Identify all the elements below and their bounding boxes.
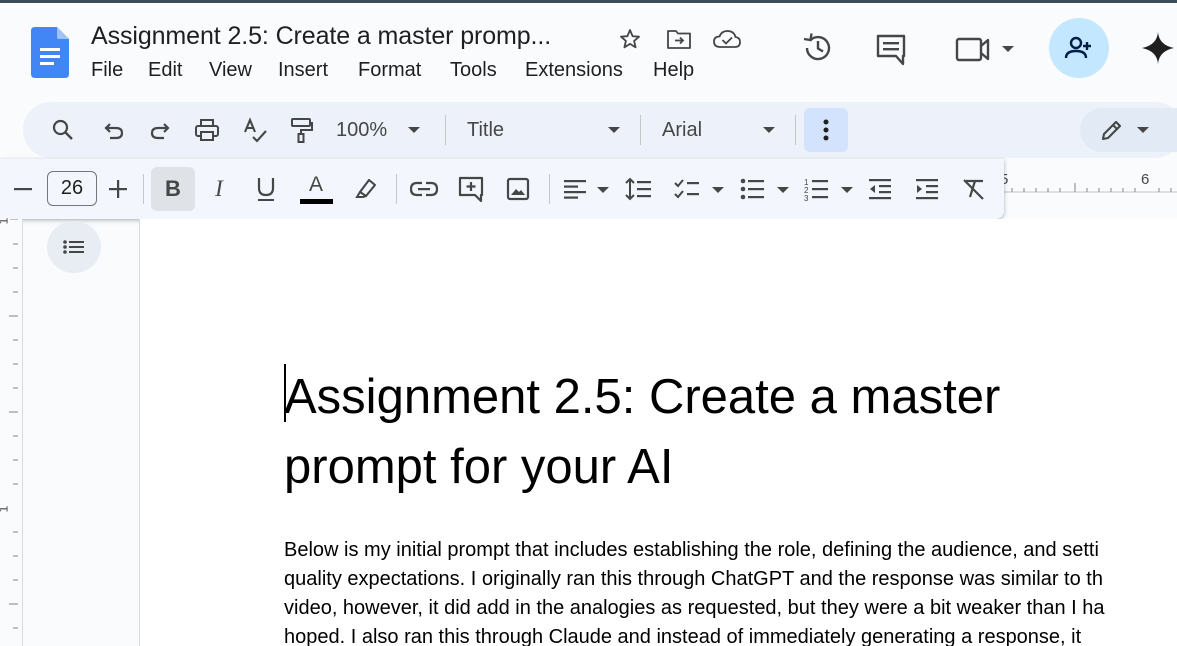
font-size-input[interactable]: 26	[47, 171, 97, 206]
paragraph-line: video, however, it did add in the analog…	[284, 597, 1105, 619]
redo-icon[interactable]	[146, 116, 174, 144]
move-folder-icon[interactable]	[665, 25, 693, 53]
bulleted-list-button[interactable]	[739, 175, 793, 203]
more-options-button[interactable]	[804, 108, 848, 152]
editing-mode-button[interactable]	[1080, 108, 1177, 152]
style-value: Title	[467, 118, 505, 141]
decrease-font-size-icon[interactable]	[11, 176, 35, 202]
horizontal-ruler[interactable]	[1004, 159, 1177, 219]
text-color-swatch	[299, 199, 333, 204]
menu-view[interactable]: View	[209, 59, 278, 82]
align-button[interactable]	[561, 175, 611, 203]
text-cursor	[284, 364, 286, 422]
italic-icon[interactable]: I	[197, 167, 241, 211]
menu-format[interactable]: Format	[358, 59, 450, 82]
menu-insert[interactable]: Insert	[278, 59, 358, 82]
font-value: Arial	[662, 118, 703, 141]
toolbar-divider	[445, 115, 446, 145]
docs-window: Assignment 2.5: Create a master promp...…	[0, 0, 1177, 646]
docs-logo-icon[interactable]	[31, 27, 69, 78]
bold-icon[interactable]: B	[151, 167, 195, 211]
font-select[interactable]: Arial	[662, 116, 776, 144]
increase-font-size-icon[interactable]	[106, 176, 130, 202]
outline-list-icon	[63, 240, 84, 254]
checklist-button[interactable]	[673, 175, 727, 203]
clear-formatting-icon[interactable]	[960, 175, 988, 203]
document-paragraph[interactable]: Below is my initial prompt that includes…	[284, 536, 1177, 646]
paragraph-line: Below is my initial prompt that includes…	[284, 539, 1099, 561]
decrease-indent-icon[interactable]	[866, 175, 894, 203]
zoom-value: 100%	[336, 118, 388, 141]
document-title[interactable]: Assignment 2.5: Create a master promp...	[91, 22, 551, 51]
menu-help[interactable]: Help	[653, 59, 694, 82]
insert-link-icon[interactable]	[409, 176, 439, 202]
toolbar-divider	[640, 115, 641, 145]
paragraph-line: quality expectations. I originally ran t…	[284, 568, 1103, 590]
line-spacing-icon[interactable]	[623, 175, 653, 203]
menu-bar: File Edit View Insert Format Tools Exten…	[91, 59, 694, 82]
text-color-button[interactable]: A	[297, 167, 335, 211]
document-heading[interactable]: Assignment 2.5: Create a master prompt f…	[284, 362, 1114, 502]
version-history-icon[interactable]	[798, 28, 838, 68]
toolbar-divider	[795, 115, 796, 145]
share-button[interactable]	[1049, 18, 1109, 78]
pencil-icon	[1101, 120, 1122, 141]
text-color-icon: A	[308, 173, 323, 196]
meet-call-button[interactable]	[952, 30, 1020, 68]
numbered-list-button[interactable]: 123	[803, 175, 857, 203]
ruler-label-1: 1	[0, 218, 10, 225]
spelling-check-icon[interactable]	[241, 116, 269, 144]
menu-edit[interactable]: Edit	[148, 59, 209, 82]
vertical-ruler[interactable]	[0, 219, 23, 646]
zoom-select[interactable]: 100%	[336, 116, 436, 144]
star-icon[interactable]	[616, 25, 644, 53]
gemini-icon[interactable]	[1138, 28, 1177, 68]
ruler-label: 6	[1141, 171, 1150, 188]
style-select[interactable]: Title	[467, 116, 621, 144]
paint-format-icon[interactable]	[287, 116, 315, 144]
increase-indent-icon[interactable]	[913, 175, 941, 203]
add-comment-icon[interactable]	[456, 175, 486, 203]
comments-icon[interactable]	[872, 30, 910, 68]
print-icon[interactable]	[193, 116, 221, 144]
insert-image-icon[interactable]	[504, 175, 532, 203]
search-menus-icon[interactable]	[49, 116, 77, 144]
menu-tools[interactable]: Tools	[450, 59, 525, 82]
paragraph-line: hoped. I also ran this through Claude an…	[284, 626, 1082, 646]
undo-icon[interactable]	[100, 116, 128, 144]
heading-line-2: prompt for your AI	[284, 440, 674, 494]
format-divider	[396, 174, 397, 204]
window-top-border	[0, 0, 1177, 3]
underline-icon[interactable]	[244, 167, 288, 211]
menu-file[interactable]: File	[91, 59, 148, 82]
ruler-label-2: 1	[0, 506, 10, 513]
cloud-saved-icon[interactable]	[712, 25, 742, 53]
format-divider	[143, 174, 144, 204]
svg-text:3: 3	[804, 194, 809, 201]
highlight-color-icon[interactable]	[352, 174, 380, 202]
document-outline-button[interactable]	[47, 221, 101, 273]
format-divider	[549, 174, 550, 204]
menu-extensions[interactable]: Extensions	[525, 59, 653, 82]
heading-line-1: Assignment 2.5: Create a master	[284, 370, 1001, 424]
